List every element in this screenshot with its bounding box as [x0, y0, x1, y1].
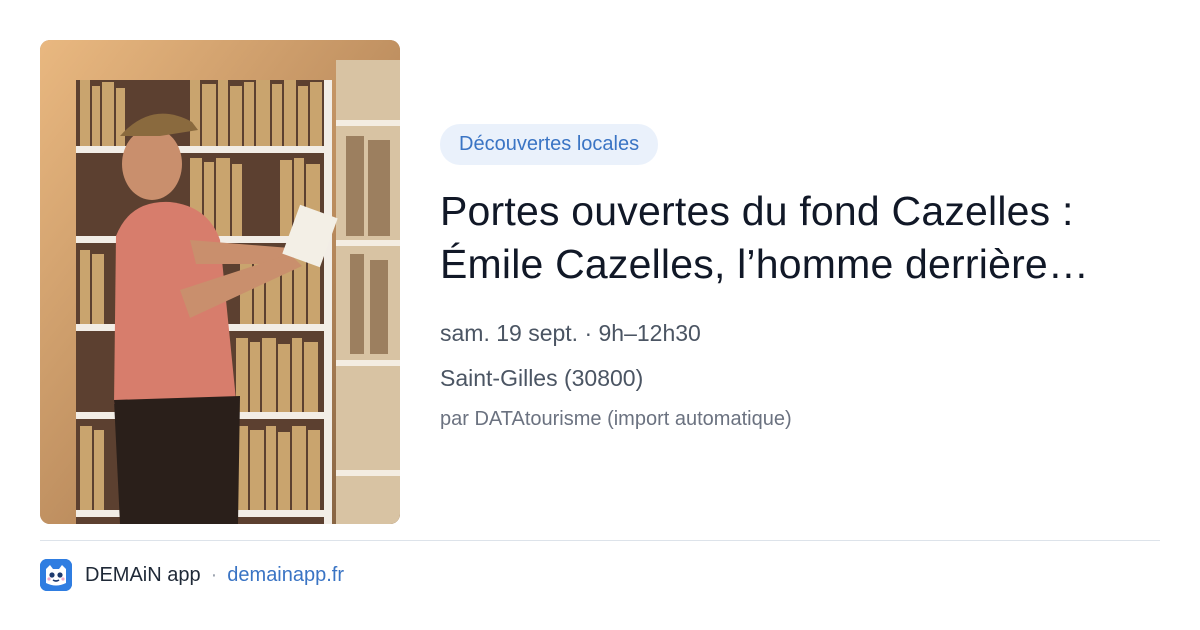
event-datetime: sam. 19 sept. · 9h–12h30: [440, 320, 701, 346]
event-title[interactable]: Portes ouvertes du fond Cazelles : Émile…: [440, 185, 1140, 291]
event-info: Découvertes locales Portes ouvertes du f…: [440, 124, 1160, 433]
footer-divider: [40, 540, 1160, 541]
footer-separator: ·: [210, 563, 218, 586]
event-photo[interactable]: [40, 40, 400, 524]
archive-shelves-photo: [40, 40, 400, 524]
footer: DEMAiN app · demainapp.fr: [40, 558, 344, 592]
demain-logo-icon[interactable]: [40, 559, 72, 591]
event-location: Saint-Gilles (30800): [440, 365, 644, 391]
category-badge[interactable]: Découvertes locales: [440, 124, 659, 165]
event-source: par DATAtourisme (import automatique): [440, 408, 792, 430]
app-name: DEMAiN app: [85, 563, 201, 586]
app-url-link[interactable]: demainapp.fr: [227, 564, 344, 587]
